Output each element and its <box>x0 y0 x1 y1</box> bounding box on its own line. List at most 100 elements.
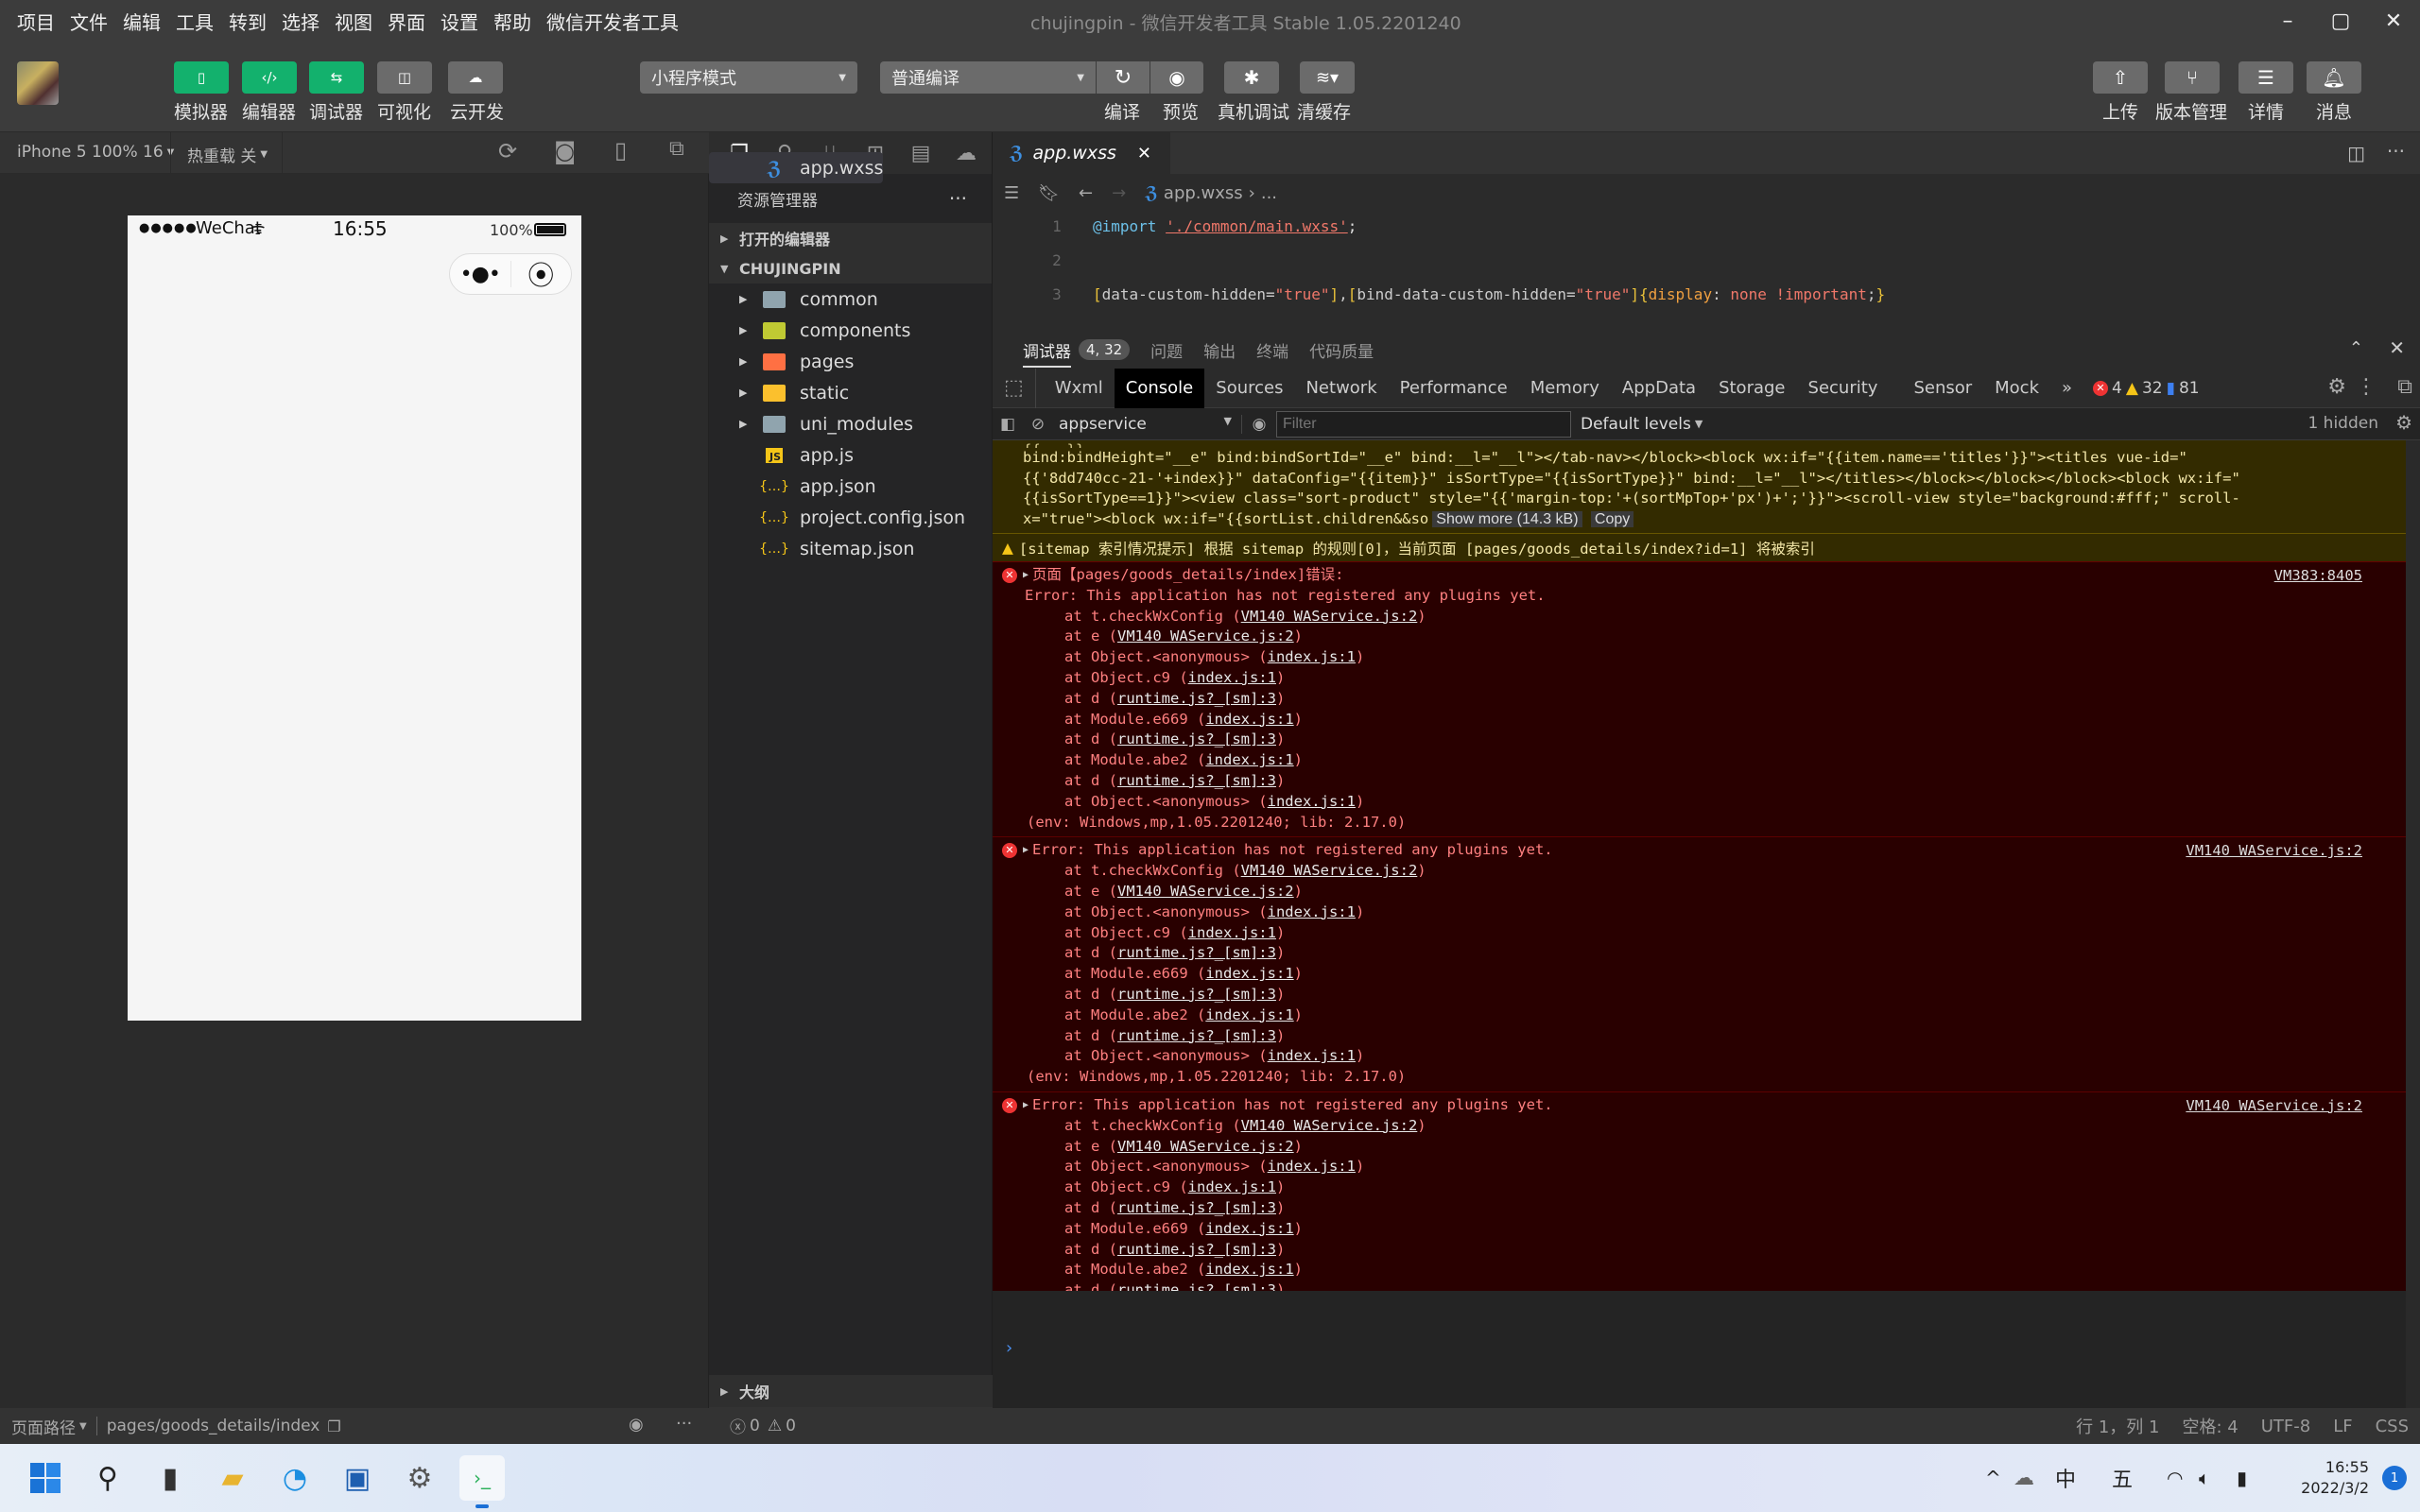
indentation[interactable]: 空格: 4 <box>2182 1414 2238 1438</box>
menu-goto[interactable]: 转到 <box>229 8 267 35</box>
stack-location-link[interactable]: VM140 WAService.js:2 <box>1241 608 1418 625</box>
back-arrow-icon[interactable]: ← <box>1079 183 1093 203</box>
more-icon[interactable]: ··· <box>2387 140 2405 163</box>
stack-location-link[interactable]: runtime.js?_[sm]:3 <box>1117 690 1276 707</box>
tree-folder-uni-modules[interactable]: ▶ uni_modules <box>709 408 992 439</box>
stack-location-link[interactable]: runtime.js?_[sm]:3 <box>1117 1199 1276 1216</box>
stack-location-link[interactable]: index.js:1 <box>1188 669 1276 686</box>
device-select[interactable]: iPhone 5 100% 16 ▼ <box>17 143 174 162</box>
stack-location-link[interactable]: VM140 WAService.js:2 <box>1117 1138 1294 1155</box>
tree-file-app-js[interactable]: JS app.js <box>709 439 992 471</box>
devtools-tab-memory[interactable]: Memory <box>1519 369 1611 408</box>
details-button[interactable]: ☰ <box>2238 61 2293 94</box>
task-view-icon[interactable]: ▮ <box>147 1455 193 1501</box>
console-warning-message[interactable]: {{...}} bind:bindHeight="__e" bind:bindS… <box>993 440 2406 534</box>
close-tab-icon[interactable]: ✕ <box>1137 144 1151 163</box>
phone-screen[interactable]: ●●●●● WeChat ᯤ 16:55 100% •●• ⦿ <box>128 215 581 1021</box>
devtools-tab-console[interactable]: Console <box>1114 368 1205 408</box>
clear-console-icon[interactable]: ⊘ <box>1023 415 1053 434</box>
console-filter-input[interactable] <box>1276 410 1571 438</box>
stack-location-link[interactable]: runtime.js?_[sm]:3 <box>1117 1281 1276 1291</box>
compile-button[interactable]: ↻ <box>1097 61 1150 94</box>
outline-list-icon[interactable]: ☰ <box>1004 183 1019 203</box>
error-source-link[interactable]: VM140 WAService.js:2 <box>2186 841 2362 862</box>
tree-folder-components[interactable]: ▶ components <box>709 315 992 346</box>
storage-icon[interactable]: ▤ <box>898 142 943 165</box>
page-path-select[interactable]: 页面路径 ▼ <box>11 1415 87 1438</box>
minimize-button[interactable]: – <box>2261 0 2314 42</box>
edge-browser-icon[interactable]: ◔ <box>272 1455 318 1501</box>
menu-tools[interactable]: 工具 <box>176 8 214 35</box>
settings-gear-icon[interactable]: ⚙ <box>397 1455 442 1501</box>
remote-debug-button[interactable]: ✱ <box>1224 61 1279 94</box>
tab-output[interactable]: 输出 <box>1203 338 1236 362</box>
project-section[interactable]: ▼ CHUJINGPIN <box>709 253 992 284</box>
console-counts[interactable]: ✕ 4 ▲ 32 ▮ 81 <box>2093 379 2200 398</box>
breadcrumb-path[interactable]: ℨ app.wxss › ... <box>1145 183 1277 203</box>
stack-location-link[interactable]: runtime.js?_[sm]:3 <box>1117 944 1276 961</box>
volume-icon[interactable]: 🔈︎ <box>2199 1467 2237 1489</box>
tab-code-quality[interactable]: 代码质量 <box>1309 338 1374 362</box>
stack-location-link[interactable]: index.js:1 <box>1188 924 1276 941</box>
expand-triangle-icon[interactable]: ▶ <box>1023 1095 1028 1116</box>
outline-section[interactable]: ▶ 大纲 <box>709 1375 993 1407</box>
mode-select[interactable]: 小程序模式 ▼ <box>640 61 857 94</box>
tree-file-sitemap[interactable]: {…} sitemap.json <box>709 533 992 564</box>
devtools-tab-sensor[interactable]: Sensor <box>1902 369 1983 408</box>
menu-help[interactable]: 帮助 <box>493 8 531 35</box>
menu-wechat-devtools[interactable]: 微信开发者工具 <box>546 8 679 35</box>
sidebar-toggle-icon[interactable]: ◧ <box>993 415 1023 434</box>
console-output[interactable]: {{...}} bind:bindHeight="__e" bind:bindS… <box>993 440 2406 1291</box>
live-expression-eye-icon[interactable]: ◉ <box>1242 415 1276 434</box>
console-sitemap-warning[interactable]: ▲ [sitemap 索引情况提示] 根据 sitemap 的规则[0]，当前页… <box>993 534 2406 562</box>
devtools-tab-mock[interactable]: Mock <box>1983 369 2050 408</box>
expand-triangle-icon[interactable]: ▶ <box>1023 565 1028 586</box>
devtools-tab-security[interactable]: Security <box>1797 369 1890 408</box>
cloud-dev-button[interactable]: ☁ <box>448 61 503 94</box>
menu-edit[interactable]: 编辑 <box>123 8 161 35</box>
menu-interface[interactable]: 界面 <box>388 8 425 35</box>
language-mode[interactable]: CSS <box>2376 1417 2409 1436</box>
menu-project[interactable]: 项目 <box>17 8 55 35</box>
menu-settings[interactable]: 设置 <box>441 8 478 35</box>
close-window-button[interactable]: ✕ <box>2367 0 2420 42</box>
devtools-tab-network[interactable]: Network <box>1294 369 1388 408</box>
stack-location-link[interactable]: VM140 WAService.js:2 <box>1117 883 1294 900</box>
show-hidden-icons-chevron[interactable]: ^ <box>1985 1467 2014 1489</box>
close-miniprogram-icon[interactable]: ⦿ <box>511 255 572 293</box>
user-avatar[interactable] <box>17 61 59 105</box>
clock[interactable]: 16:55 2022/3/2 <box>2293 1457 2369 1499</box>
detach-window-icon[interactable]: ⧉ <box>669 137 684 161</box>
encoding[interactable]: UTF-8 <box>2261 1417 2310 1436</box>
preview-button[interactable]: ◉ <box>1150 61 1203 94</box>
more-tabs-icon[interactable]: » <box>2050 369 2083 408</box>
forward-arrow-icon[interactable]: → <box>1112 183 1126 203</box>
tree-folder-pages[interactable]: ▶ pages <box>709 346 992 377</box>
stack-location-link[interactable]: index.js:1 <box>1205 1006 1293 1023</box>
menu-select[interactable]: 选择 <box>282 8 320 35</box>
store-icon[interactable]: ▣ <box>335 1455 380 1501</box>
console-error-message[interactable]: ✕ ▶ Error: This application has not regist… <box>993 837 2406 1092</box>
file-explorer-icon[interactable]: ▰ <box>210 1455 255 1501</box>
notification-badge-icon[interactable]: 1 <box>2382 1466 2407 1490</box>
stack-location-link[interactable]: index.js:1 <box>1205 965 1293 982</box>
devtools-tab-storage[interactable]: Storage <box>1707 369 1796 408</box>
undock-icon[interactable]: ⧉ <box>2397 375 2412 399</box>
compile-mode-select[interactable]: 普通编译 ▼ <box>880 61 1096 94</box>
maximize-button[interactable]: ▢ <box>2314 0 2367 42</box>
stack-location-link[interactable]: index.js:1 <box>1205 1261 1293 1278</box>
stack-location-link[interactable]: runtime.js?_[sm]:3 <box>1117 986 1276 1003</box>
tab-terminal[interactable]: 终端 <box>1256 338 1288 362</box>
stack-location-link[interactable]: index.js:1 <box>1205 751 1293 768</box>
open-editors-section[interactable]: ▶ 打开的编辑器 <box>709 223 992 253</box>
ime-language[interactable]: 中 <box>2055 1463 2112 1493</box>
menu-file[interactable]: 文件 <box>70 8 108 35</box>
console-scrollbar[interactable] <box>2406 440 2420 1408</box>
console-error-message[interactable]: ✕ ▶ Error: This application has not regist… <box>993 1091 2406 1291</box>
editor-tab-app-wxss[interactable]: ℨ app.wxss ✕ <box>993 132 1170 174</box>
stack-location-link[interactable]: runtime.js?_[sm]:3 <box>1117 730 1276 747</box>
copy-path-icon[interactable]: ❐ <box>327 1418 340 1435</box>
stack-location-link[interactable]: runtime.js?_[sm]:3 <box>1117 1241 1276 1258</box>
stack-location-link[interactable]: VM140 WAService.js:2 <box>1117 627 1294 644</box>
console-settings-icon[interactable]: ⚙ <box>2395 411 2412 434</box>
